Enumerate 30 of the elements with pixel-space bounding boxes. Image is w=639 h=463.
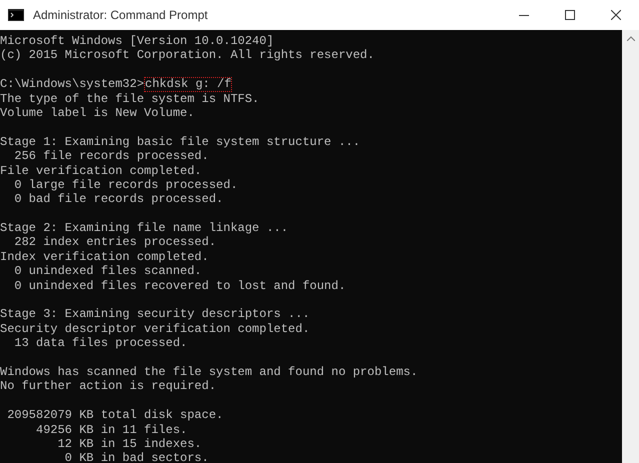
- console-line: (c) 2015 Microsoft Corporation. All rights reserved.: [0, 48, 376, 63]
- console-line: 0 large file records processed.: [13, 178, 239, 192]
- window-title: Administrator: Command Prompt: [33, 7, 208, 24]
- console-line: 13 data files processed.: [13, 336, 188, 351]
- command-prompt: C:\Windows\system32>: [0, 77, 144, 92]
- console-line: 0 unindexed files scanned.: [13, 264, 203, 279]
- console-line: 49256 KB in 11 files.: [35, 422, 188, 437]
- console-line: 282 index entries processed.: [13, 235, 218, 250]
- minimize-icon: [519, 14, 529, 16]
- console-line: Stage 3: Examining security descriptors ...: [0, 307, 311, 322]
- console-line: Volume label is New Volume.: [0, 106, 196, 120]
- console-line: Windows has scanned the file system and found no problems.: [0, 364, 419, 380]
- console-line: Stage 1: Examining basic file system structure ...: [0, 134, 362, 150]
- console-line: 209582079 KB total disk space.: [6, 408, 224, 423]
- console-line: Security descriptor verification completed.: [0, 322, 311, 336]
- console-line: The type of the file system is NTFS.: [0, 92, 260, 106]
- console-line: 12 KB in 15 indexes.: [56, 436, 203, 452]
- close-icon: [611, 10, 621, 20]
- console-line: Stage 2: Examining file name linkage ...: [0, 221, 290, 236]
- terminal-icon: [8, 9, 24, 21]
- console-line: 0 unindexed files recovered to lost and found.: [13, 278, 347, 294]
- maximize-icon: [565, 10, 575, 20]
- console-line: 0 bad file records processed.: [13, 192, 224, 207]
- console-line: Index verification completed.: [0, 250, 210, 264]
- console-line: File verification completed.: [0, 164, 203, 178]
- console-line: 0 KB in bad sectors.: [64, 451, 210, 463]
- console-line: Microsoft Windows [Version 10.0.10240]: [0, 34, 275, 48]
- console-line: 256 file records processed.: [13, 149, 210, 164]
- typed-command: chkdsk g: /f: [144, 77, 232, 92]
- console-line: No further action is required.: [0, 379, 218, 394]
